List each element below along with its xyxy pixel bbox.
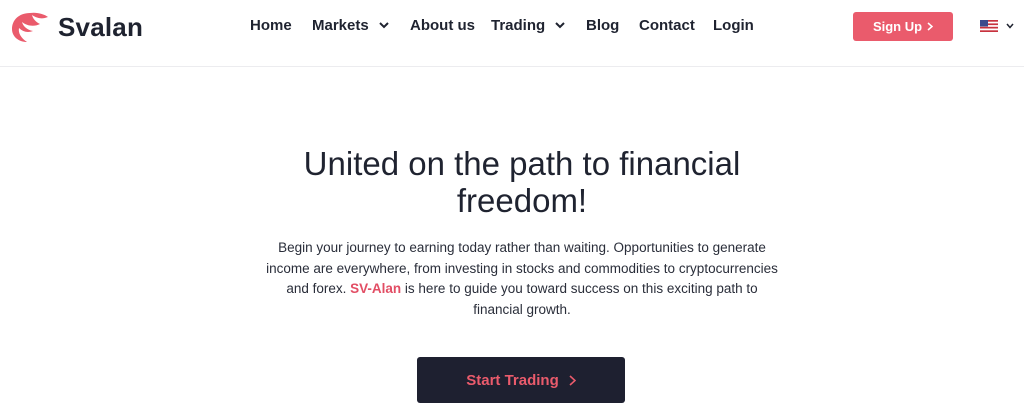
chevron-down-icon	[378, 22, 389, 29]
nav-item-label: Home	[250, 17, 292, 34]
language-selector[interactable]	[980, 20, 1014, 32]
logo[interactable]: Svalan	[10, 10, 143, 44]
nav-item-login[interactable]: Login	[713, 17, 754, 34]
nav-item-home[interactable]: Home	[250, 17, 292, 34]
nav-item-label: Contact	[639, 17, 695, 34]
site-header: Svalan Home Markets About us Trading Blo…	[0, 0, 1024, 67]
nav-item-markets[interactable]: Markets	[312, 17, 389, 34]
nav-item-label: Login	[713, 17, 754, 34]
nav-item-label: About us	[410, 17, 475, 34]
sign-up-button[interactable]: Sign Up	[853, 12, 953, 41]
nav-item-blog[interactable]: Blog	[586, 17, 619, 34]
hero-title: United on the path to financial freedom!	[303, 145, 741, 219]
chevron-down-icon	[1006, 23, 1014, 29]
us-flag-icon	[980, 20, 998, 32]
chevron-right-icon	[927, 22, 934, 31]
start-trading-button[interactable]: Start Trading	[417, 357, 625, 403]
nav-item-contact[interactable]: Contact	[639, 17, 695, 34]
start-trading-label: Start Trading	[466, 371, 559, 389]
sv-alan-link[interactable]: SV-Alan	[350, 281, 401, 296]
sign-up-label: Sign Up	[872, 19, 923, 34]
hero-text-part: is here to guide you toward success on t…	[401, 281, 758, 317]
chevron-down-icon	[555, 22, 565, 29]
chevron-right-icon	[569, 374, 576, 386]
hero-description: Begin your journey to earning today rath…	[262, 238, 782, 320]
nav-item-trading[interactable]: Trading	[491, 17, 565, 34]
nav-item-about-us[interactable]: About us	[410, 17, 475, 34]
swallow-logo-icon	[12, 12, 48, 42]
nav-item-label: Blog	[586, 17, 620, 34]
nav-item-label: Markets	[312, 17, 369, 34]
nav-item-label: Trading	[491, 17, 546, 34]
logo-text: Svalan	[58, 11, 144, 42]
